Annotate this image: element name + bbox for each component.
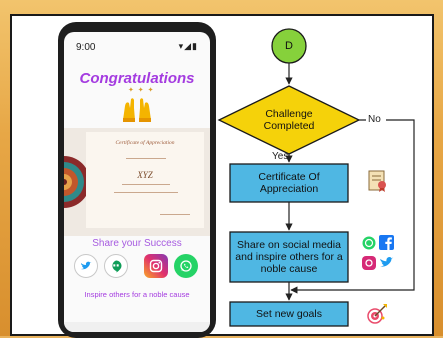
step-share-label: Share on social media and inspire others…: [235, 239, 343, 275]
step-certificate-label: Certificate Of Appreciation: [258, 171, 320, 195]
decision-label: Challenge Completed: [263, 108, 315, 132]
whatsapp-icon: [362, 236, 376, 250]
facebook-icon: [379, 235, 394, 250]
content-panel: 9:00 ▾◢▮ Congratulations ✦ ✦ ✦ Certifica…: [10, 14, 434, 338]
twitter-icon: [380, 257, 394, 267]
step-goals-label: Set new goals: [256, 308, 322, 320]
certificate-icon: [368, 170, 386, 192]
no-label: No: [368, 114, 381, 125]
instagram-icon: [362, 256, 376, 270]
yes-label: Yes: [272, 151, 289, 162]
connector-label: D: [285, 40, 293, 52]
goals-icon: [367, 304, 387, 324]
